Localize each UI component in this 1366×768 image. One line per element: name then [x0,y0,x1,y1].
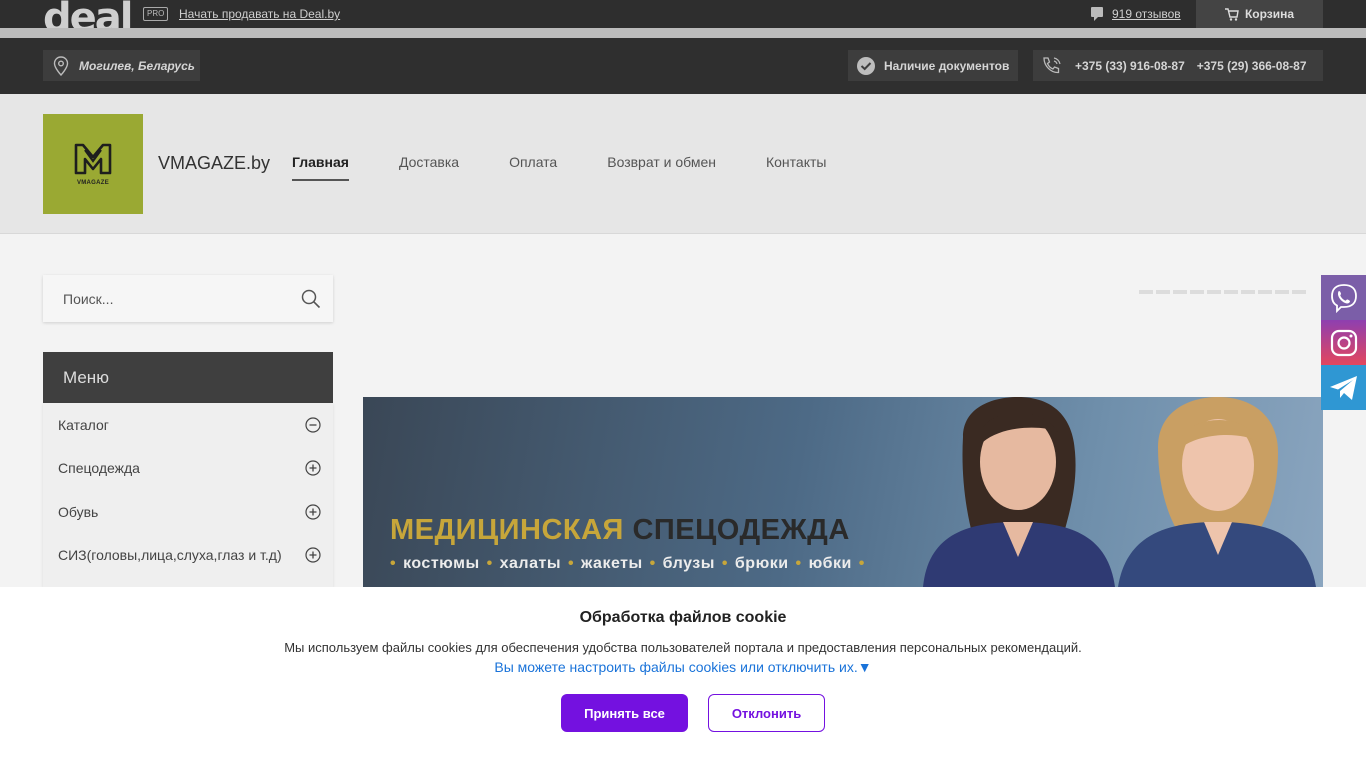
slider-dot[interactable] [1156,290,1170,294]
slider-pagination [1139,290,1306,294]
reviews-link[interactable]: 919 отзывов [1090,6,1181,22]
logo-caption: VMAGAZE [76,180,110,186]
location-selector[interactable]: Могилев, Беларусь [43,50,200,81]
cart-button[interactable]: Корзина [1196,0,1323,28]
instagram-icon [1330,329,1357,356]
phone-icon [1043,56,1061,73]
menu-item-label: Каталог [58,416,109,433]
slider-dot[interactable] [1224,290,1238,294]
slider-dot[interactable] [1292,290,1306,294]
banner-subtitle: • костюмы • халаты • жакеты • блузы • бр… [390,555,865,572]
search-icon[interactable] [301,289,321,309]
slider-dot[interactable] [1190,290,1204,294]
telegram-button[interactable] [1321,365,1366,410]
documents-label: Наличие документов [884,58,1010,73]
nav-payment[interactable]: Оплата [509,154,557,181]
nav-delivery[interactable]: Доставка [399,154,459,181]
nav-contacts[interactable]: Контакты [766,154,826,181]
banner-item: костюмы [403,555,480,572]
nurse-photo-left [923,397,1115,587]
slider-dot[interactable] [1258,290,1272,294]
top-bar-divider [0,28,1366,38]
promo-banner[interactable]: МЕДИЦИНСКАЯ СПЕЦОДЕЖДА • костюмы • халат… [363,397,1323,587]
slider-dot[interactable] [1207,290,1221,294]
cart-icon [1224,7,1239,21]
comment-icon [1091,7,1103,21]
search-box [43,275,333,322]
phones-block[interactable]: +375 (33) 916-08-87 +375 (29) 366-08-87 [1033,50,1323,81]
search-input[interactable] [63,290,283,307]
banner-item: блузы [662,555,715,572]
cookie-consent-panel: Обработка файлов cookie Мы используем фа… [0,587,1366,768]
banner-title-part-1: МЕДИЦИНСКАЯ [390,514,624,546]
menu-item-label: СИЗ(головы,лица,слуха,глаз и т.д) [58,547,282,564]
telegram-icon [1329,375,1357,400]
menu-item-label: Спецодежда [58,460,140,477]
documents-badge[interactable]: Наличие документов [848,50,1018,81]
banner-item: юбки [808,555,852,572]
start-selling-link[interactable]: Начать продавать на Deal.by [179,7,340,21]
plus-circle-icon[interactable] [305,460,321,476]
category-menu: Каталог Спецодежда Обувь СИЗ(головы,лица… [43,403,333,587]
slider-dot[interactable] [1139,290,1153,294]
instagram-button[interactable] [1321,320,1366,365]
banner-title-part-2: СПЕЦОДЕЖДА [632,514,850,546]
vmagaze-logo-mark-icon [74,143,112,175]
slider-dot[interactable] [1275,290,1289,294]
map-pin-icon [53,55,69,76]
nav-returns[interactable]: Возврат и обмен [607,154,716,181]
nurse-photo-right [1118,397,1316,587]
banner-title: МЕДИЦИНСКАЯ СПЕЦОДЕЖДА [390,514,850,547]
menu-item-catalog[interactable]: Каталог [43,403,333,447]
cookie-description: Мы используем файлы cookies для обеспече… [284,640,1082,655]
menu-item-footwear[interactable]: Обувь [43,490,333,534]
menu-item-workwear[interactable]: Спецодежда [43,447,333,491]
banner-item: жакеты [581,555,643,572]
banner-item: брюки [734,555,789,572]
location-text: Могилев, Беларусь [79,58,195,73]
slider-dot[interactable] [1241,290,1255,294]
phone-number-2[interactable]: +375 (29) 366-08-87 [1197,59,1307,73]
accept-all-button[interactable]: Принять все [561,694,688,732]
plus-circle-icon[interactable] [305,547,321,563]
shop-logo[interactable]: VMAGAZE [43,114,143,214]
menu-header: Меню [43,352,333,403]
cart-label: Корзина [1244,7,1295,21]
minus-circle-icon[interactable] [305,417,321,433]
banner-item: халаты [499,555,561,572]
pro-badge: PRO [143,7,169,21]
shop-name[interactable]: VMAGAZE.by [158,153,270,174]
nav-home[interactable]: Главная [292,154,349,181]
decline-button[interactable]: Отклонить [708,694,825,732]
menu-item-ppe[interactable]: СИЗ(головы,лица,слуха,глаз и т.д) [43,534,333,578]
verified-check-icon [857,56,875,75]
viber-icon [1330,283,1357,313]
main-nav: Главная Доставка Оплата Возврат и обмен … [292,154,826,181]
phone-number-1[interactable]: +375 (33) 916-08-87 [1075,59,1185,73]
viber-button[interactable] [1321,275,1366,320]
plus-circle-icon[interactable] [305,504,321,520]
cookie-settings-link[interactable]: Вы можете настроить файлы cookies или от… [0,659,1366,675]
slider-dot[interactable] [1173,290,1187,294]
menu-item-label: Обувь [58,503,99,520]
cookie-title: Обработка файлов cookie [579,609,787,626]
deal-logo[interactable]: deal [43,0,138,28]
reviews-count: 919 отзывов [1112,7,1181,21]
